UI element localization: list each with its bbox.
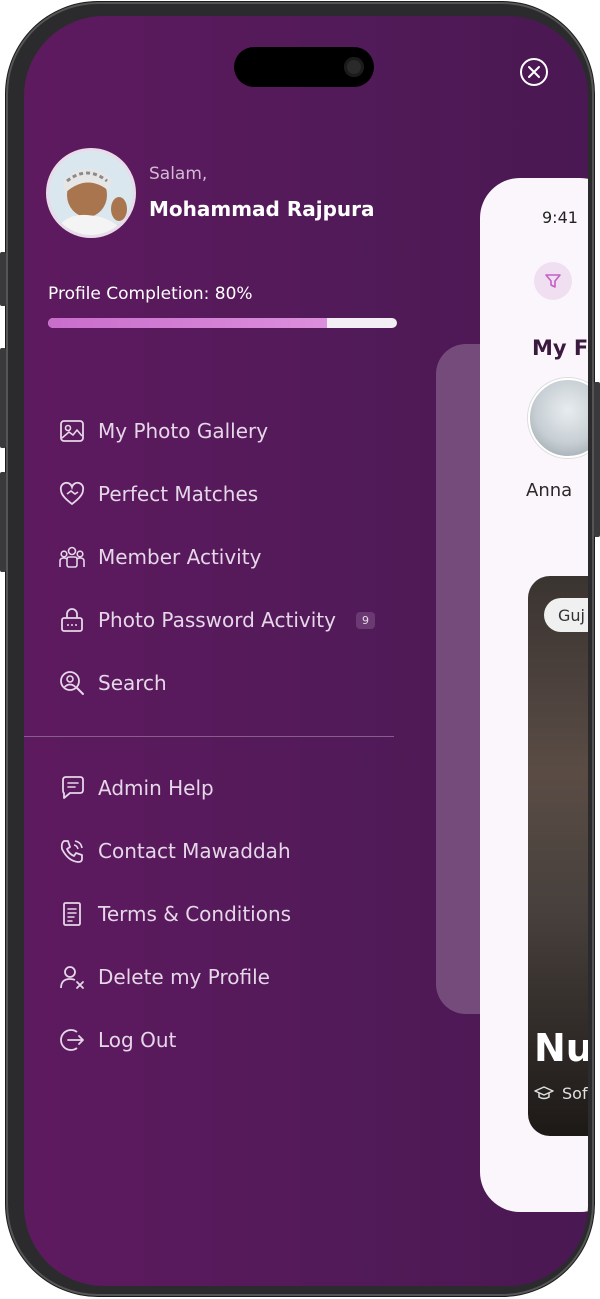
- chat-icon: [62, 776, 84, 799]
- menu-item-label: Contact Mawaddah: [98, 839, 291, 863]
- profile-completion-label: Profile Completion: 80%: [48, 284, 253, 304]
- app-preview-card[interactable]: 9:41 My Fa Anna Guj Nu Sof: [480, 178, 588, 1212]
- menu-item-label: Log Out: [98, 1028, 177, 1052]
- profile-card-name: Nu: [534, 1026, 588, 1070]
- greeting: Salam,: [149, 164, 208, 184]
- menu-item-photo-gallery[interactable]: My Photo Gallery: [58, 411, 268, 451]
- menu-item-logout[interactable]: Log Out: [58, 1020, 176, 1060]
- volume-down-button: [0, 472, 6, 572]
- count-badge: 9: [355, 611, 375, 629]
- user-name: Mohammad Rajpura: [149, 197, 375, 221]
- menu-item-contact[interactable]: Contact Mawaddah: [58, 831, 291, 871]
- favorite-name: Anna: [526, 480, 573, 501]
- favorite-avatar[interactable]: [528, 378, 588, 458]
- close-icon: [528, 66, 540, 78]
- logout-icon: [60, 1029, 84, 1051]
- profile-card-subtitle: Sof: [534, 1084, 588, 1103]
- close-drawer-button[interactable]: [520, 58, 548, 86]
- menu-item-label: Photo Password Activity: [98, 608, 336, 632]
- menu-item-label: Search: [98, 671, 167, 695]
- menu-item-label: Member Activity: [98, 545, 262, 569]
- section-title: My Fa: [532, 336, 588, 360]
- menu-item-member-activity[interactable]: Member Activity: [58, 537, 261, 577]
- menu-item-photo-password-activity[interactable]: Photo Password Activity 9: [58, 600, 375, 640]
- side-drawer: Salam, Mohammad Rajpura Profile Completi…: [24, 16, 588, 1286]
- graduation-cap-icon: [534, 1085, 554, 1099]
- phone-icon: [60, 840, 83, 863]
- device-frame: Salam, Mohammad Rajpura Profile Completi…: [0, 2, 600, 1296]
- menu-item-label: Admin Help: [98, 776, 214, 800]
- status-time: 9:41: [542, 208, 578, 227]
- image-icon: [60, 420, 84, 442]
- menu-item-admin-help[interactable]: Admin Help: [58, 768, 214, 808]
- menu-item-label: My Photo Gallery: [98, 419, 269, 443]
- document-icon: [63, 902, 81, 926]
- dynamic-island: [234, 47, 374, 87]
- users-icon: [59, 546, 85, 568]
- lock-icon: [61, 608, 83, 632]
- filter-icon: [545, 274, 561, 288]
- menu-item-delete-profile[interactable]: Delete my Profile: [58, 957, 270, 997]
- avatar[interactable]: [46, 148, 136, 238]
- user-search-icon: [60, 671, 84, 695]
- profile-completion-fill: [48, 318, 328, 328]
- location-tag: Guj: [544, 598, 588, 632]
- avatar-photo: [49, 151, 133, 235]
- user-delete-icon: [60, 966, 84, 989]
- menu-item-perfect-matches[interactable]: Perfect Matches: [58, 474, 258, 514]
- profile-card-subtitle-text: Sof: [562, 1084, 588, 1103]
- heart-handshake-icon: [59, 481, 85, 506]
- volume-up-button: [0, 348, 6, 448]
- filter-button[interactable]: [534, 262, 572, 300]
- menu-item-label: Delete my Profile: [98, 965, 270, 989]
- menu-divider: [24, 736, 394, 737]
- profile-completion-bar: [48, 318, 397, 328]
- action-button: [0, 252, 6, 306]
- power-button: [594, 382, 600, 537]
- menu-item-label: Perfect Matches: [98, 482, 259, 506]
- menu-item-search[interactable]: Search: [58, 663, 167, 703]
- menu-item-label: Terms & Conditions: [98, 902, 292, 926]
- menu-item-terms[interactable]: Terms & Conditions: [58, 894, 291, 934]
